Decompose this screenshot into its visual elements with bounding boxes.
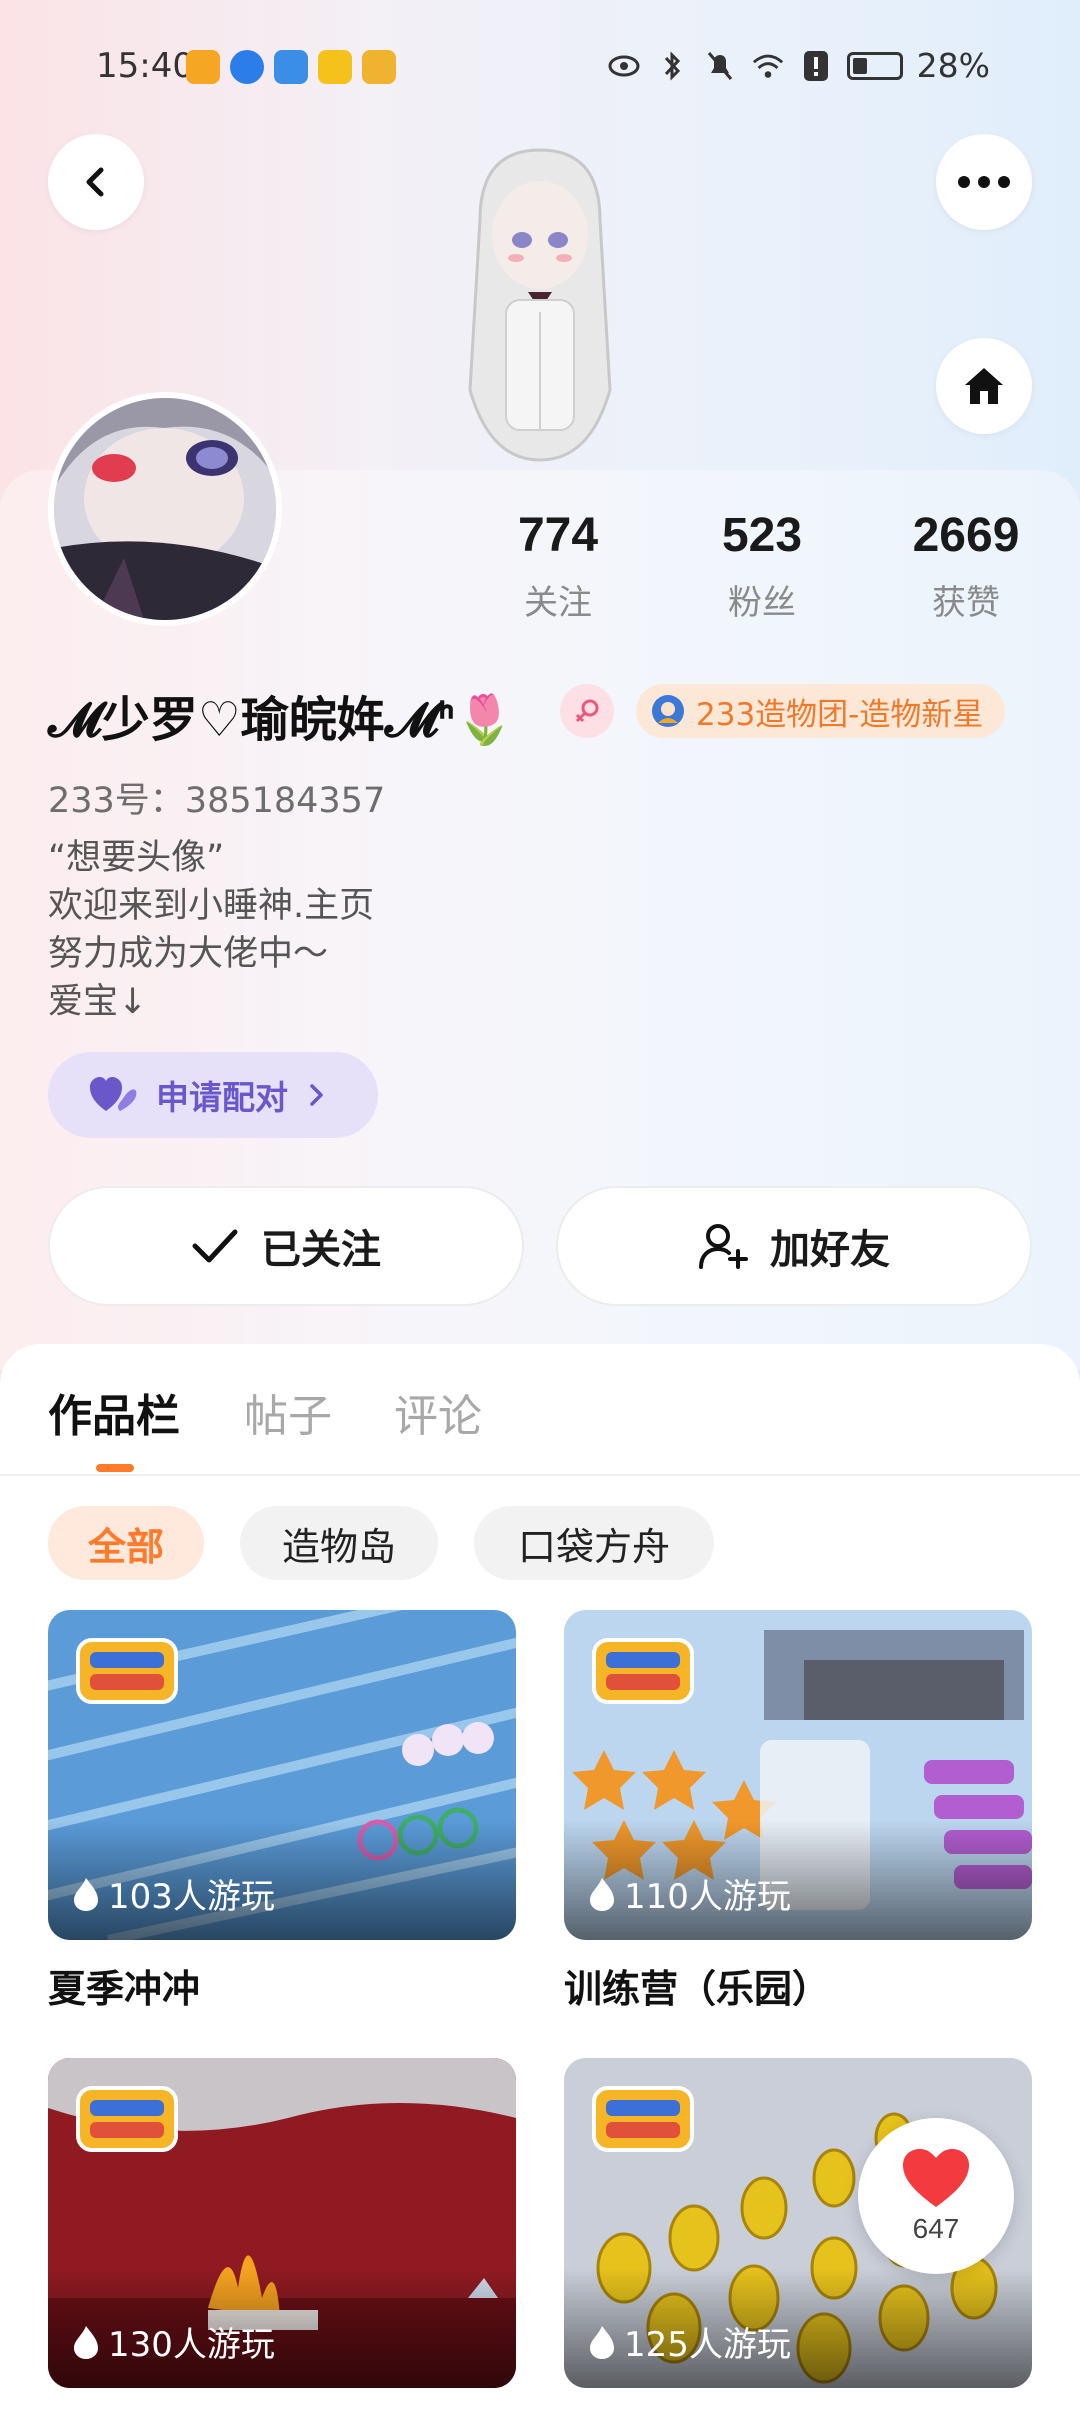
tab-works[interactable]: 作品栏 bbox=[48, 1380, 180, 1444]
flame-icon bbox=[590, 2325, 614, 2359]
stat-value: 523 bbox=[721, 509, 803, 562]
more-button[interactable] bbox=[936, 134, 1032, 230]
battery-percent: 28% bbox=[916, 46, 990, 85]
work-card[interactable]: 103人游玩 bbox=[48, 1610, 516, 1940]
filter-all[interactable]: 全部 bbox=[48, 1506, 204, 1580]
work-title[interactable]: 训练营（乐园） bbox=[564, 1958, 830, 2013]
work-title[interactable]: 夏季冲冲 bbox=[48, 1958, 200, 2013]
bio-line: 努力成为大佬中～ bbox=[48, 934, 329, 974]
tab-indicator bbox=[96, 1464, 134, 1472]
bio: “想要头像” 欢迎来到小睡神.主页 努力成为大佬中～ 爱宝↓ bbox=[48, 834, 374, 1026]
chevron-left-icon bbox=[86, 167, 104, 197]
stat-label: 关注 bbox=[524, 583, 592, 623]
following-button[interactable]: 已关注 bbox=[48, 1186, 524, 1306]
pair-request-label: 申请配对 bbox=[156, 1078, 288, 1117]
note-app-icon bbox=[274, 50, 308, 84]
creation-island-logo bbox=[76, 2086, 178, 2152]
home-button[interactable] bbox=[936, 338, 1032, 434]
status-time: 15:40 bbox=[96, 46, 194, 86]
filter-pocket-ark[interactable]: 口袋方舟 bbox=[474, 1506, 714, 1580]
wifi-icon bbox=[751, 49, 785, 83]
title-badge[interactable]: 233造物团-造物新星 bbox=[636, 684, 1006, 738]
shield-app-icon bbox=[186, 50, 220, 84]
add-friend-label: 加好友 bbox=[770, 1227, 890, 1273]
play-count: 110人游玩 bbox=[588, 1869, 791, 1918]
flame-icon bbox=[74, 2325, 98, 2359]
back-button[interactable] bbox=[48, 134, 144, 230]
play-count: 125人游玩 bbox=[588, 2317, 791, 2366]
add-user-icon bbox=[699, 1224, 748, 1269]
weibo-app-icon bbox=[362, 50, 396, 84]
status-indicators: 28% bbox=[607, 46, 990, 85]
user-id[interactable]: 233号：385184357 bbox=[48, 772, 385, 823]
tab-comments[interactable]: 评论 bbox=[394, 1380, 482, 1444]
eye-icon bbox=[607, 49, 641, 83]
play-count-label: 130人游玩 bbox=[108, 2325, 275, 2365]
tab-posts[interactable]: 帖子 bbox=[244, 1380, 332, 1444]
more-icon bbox=[958, 176, 1010, 188]
play-count: 103人游玩 bbox=[72, 1869, 275, 1918]
flame-icon bbox=[590, 1877, 614, 1911]
heart-icon bbox=[903, 2149, 969, 2207]
stat-following[interactable]: 774 关注 bbox=[478, 508, 638, 624]
add-friend-button[interactable]: 加好友 bbox=[556, 1186, 1032, 1306]
work-card[interactable]: 110人游玩 bbox=[564, 1610, 1032, 1940]
battery-icon bbox=[846, 51, 903, 80]
alert-icon bbox=[799, 49, 833, 83]
stat-value: 2669 bbox=[912, 509, 1020, 562]
like-count: 647 bbox=[912, 2213, 960, 2244]
like-float-button[interactable]: 647 bbox=[858, 2118, 1014, 2274]
tab-divider bbox=[0, 1474, 1080, 1476]
chevron-right-icon bbox=[310, 1084, 323, 1106]
play-count-label: 125人游玩 bbox=[624, 2325, 791, 2365]
stat-likes[interactable]: 2669 获赞 bbox=[886, 508, 1046, 624]
check-icon bbox=[192, 1229, 238, 1263]
work-card[interactable]: 130人游玩 bbox=[48, 2058, 516, 2388]
status-app-icons bbox=[186, 50, 396, 84]
bio-line: “想要头像” bbox=[48, 838, 225, 878]
creation-island-logo bbox=[76, 1638, 178, 1704]
home-icon bbox=[965, 368, 1003, 404]
female-icon bbox=[575, 699, 599, 723]
mute-icon bbox=[703, 49, 737, 83]
status-bar: 15:40 28% bbox=[0, 0, 1080, 130]
following-label: 已关注 bbox=[261, 1227, 381, 1273]
avatar[interactable] bbox=[48, 392, 282, 626]
creation-island-logo bbox=[592, 2086, 694, 2152]
gender-badge bbox=[560, 684, 614, 738]
stat-label: 粉丝 bbox=[728, 583, 796, 623]
pair-request-button[interactable]: 申请配对 bbox=[48, 1052, 378, 1138]
double-heart-icon bbox=[90, 1077, 137, 1111]
avatar-image bbox=[54, 398, 276, 620]
filter-creation-island[interactable]: 造物岛 bbox=[240, 1506, 438, 1580]
flame-icon bbox=[74, 1877, 98, 1911]
creator-badge-icon bbox=[652, 695, 684, 727]
nickname: 𝓜少罗♡瑜皖姩𝓜ᑋ🌷 bbox=[48, 692, 515, 748]
play-count: 130人游玩 bbox=[72, 2317, 275, 2366]
stat-followers[interactable]: 523 粉丝 bbox=[682, 508, 842, 624]
avatar-character-image bbox=[468, 148, 612, 462]
play-count-label: 110人游玩 bbox=[624, 1877, 791, 1917]
game-app-icon bbox=[318, 50, 352, 84]
play-count-label: 103人游玩 bbox=[108, 1877, 275, 1917]
bluetooth-icon bbox=[655, 49, 689, 83]
bio-line: 欢迎来到小睡神.主页 bbox=[48, 886, 375, 926]
stat-value: 774 bbox=[517, 509, 599, 562]
title-badge-label: 233造物团-造物新星 bbox=[696, 696, 984, 733]
creation-island-logo bbox=[592, 1638, 694, 1704]
bio-line: 爱宝↓ bbox=[48, 982, 148, 1022]
browser-app-icon bbox=[230, 50, 264, 84]
stat-label: 获赞 bbox=[932, 583, 1000, 623]
